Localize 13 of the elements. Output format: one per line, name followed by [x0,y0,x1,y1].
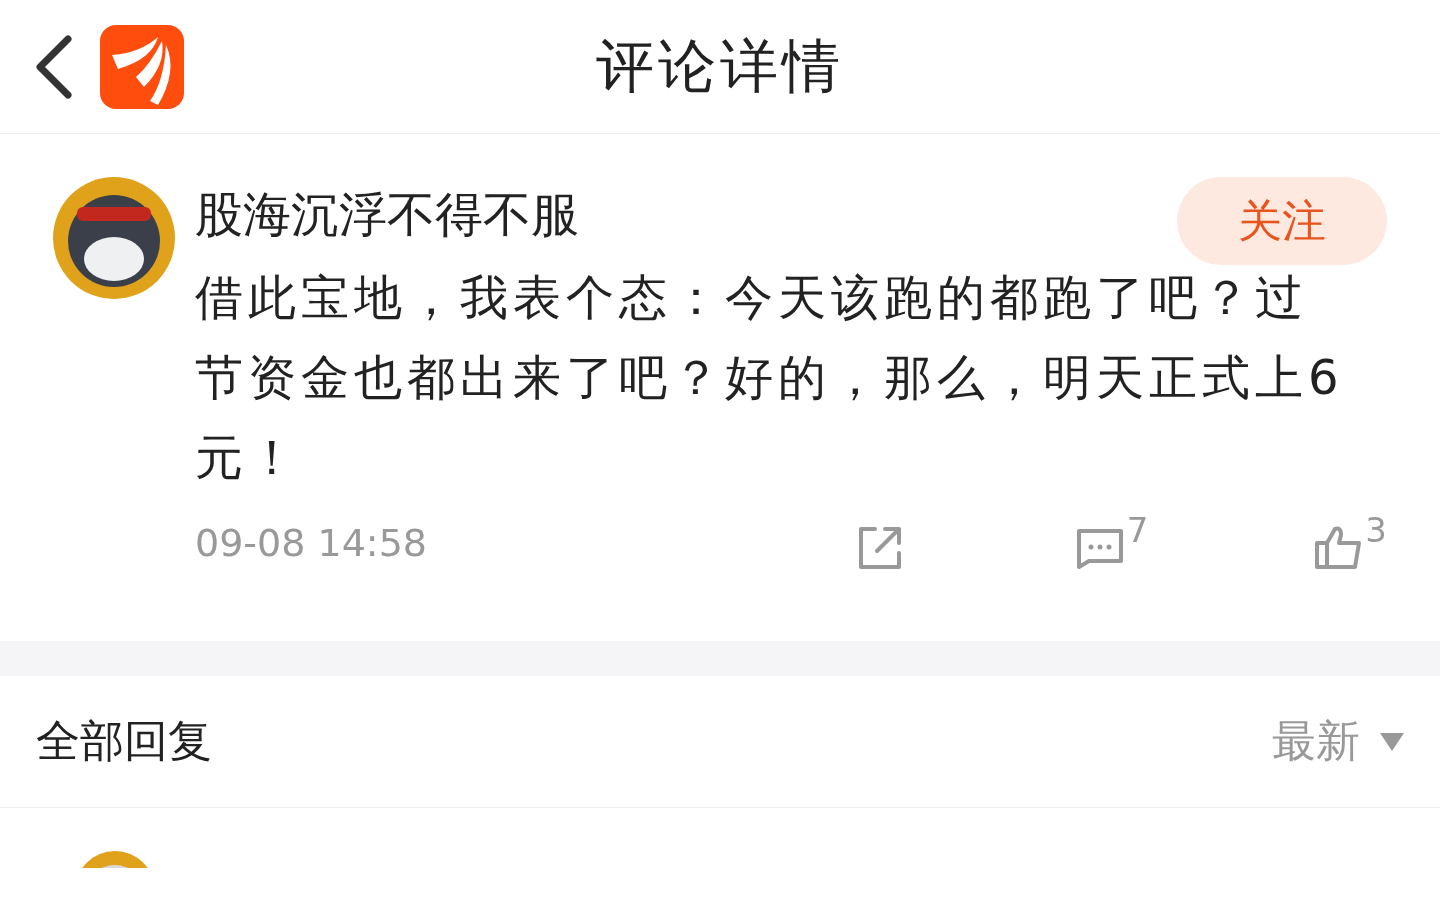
like-count: 3 [1365,513,1387,547]
page-title: 评论详情 [596,30,844,102]
comment-text: 借此宝地，我表个态：今天该跑的都跑了吧？过节资金也都出来了吧？好的，那么，明天正式上6元！ [195,268,1345,487]
avatar[interactable] [53,177,175,299]
comment-time: 09-08 14:58 [195,521,428,565]
sort-dropdown[interactable]: 最新 [1272,712,1404,771]
app-logo-icon[interactable] [100,24,184,109]
back-icon[interactable] [34,34,74,99]
follow-button[interactable]: 关注 [1177,177,1387,265]
caret-icon [1380,732,1404,751]
section-title: 全部回复 [36,714,212,768]
author-name[interactable]: 股海沉浮不得不服 [195,183,579,247]
reply-count: 7 [1126,513,1149,547]
